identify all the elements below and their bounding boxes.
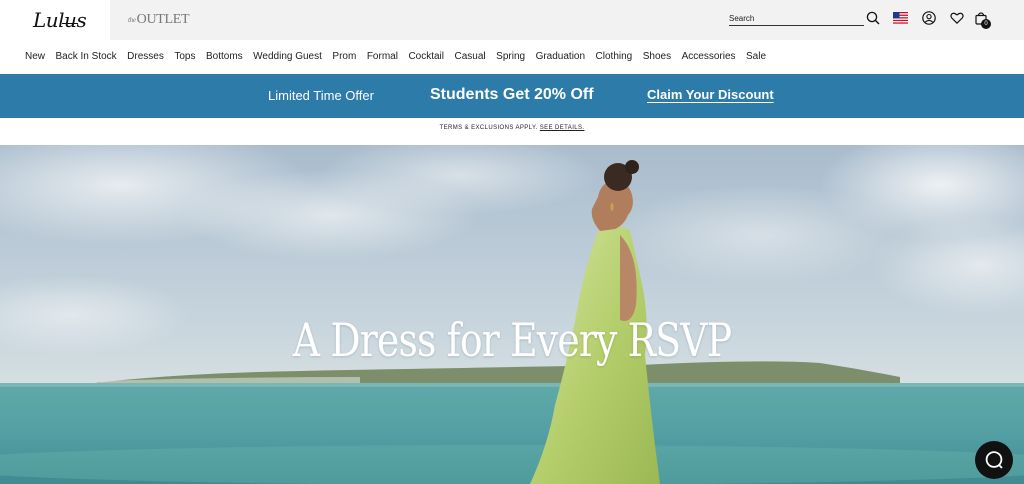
search-icon[interactable]	[866, 11, 880, 25]
nav-item-bottoms[interactable]: Bottoms	[206, 51, 243, 62]
hero-title: A Dress for Every RSVP	[292, 313, 732, 367]
outlet-logo[interactable]: theOUTLET	[128, 12, 190, 28]
nav-item-tops[interactable]: Tops	[174, 51, 195, 62]
nav-item-back-in-stock[interactable]: Back In Stock	[56, 51, 117, 62]
search-input[interactable]: Search	[729, 12, 864, 26]
lulus-logo[interactable]: Lulus	[33, 8, 87, 32]
nav-item-prom[interactable]: Prom	[332, 51, 356, 62]
hero-banner[interactable]: A Dress for Every RSVP	[0, 145, 1024, 484]
search-placeholder: Search	[729, 14, 755, 23]
terms-text: TERMS & EXCLUSIONS APPLY.	[439, 125, 538, 131]
nav-item-sale[interactable]: Sale	[746, 51, 766, 62]
account-icon[interactable]	[922, 11, 936, 25]
nav-item-accessories[interactable]: Accessories	[682, 51, 736, 62]
nav-item-new[interactable]: New	[25, 51, 45, 62]
logo-flourish	[62, 23, 78, 24]
us-flag-icon[interactable]	[893, 12, 908, 24]
chat-bubble-icon	[985, 451, 1003, 469]
outlet-logo-the: the	[128, 15, 136, 24]
nav-item-shoes[interactable]: Shoes	[643, 51, 671, 62]
logo-tab[interactable]: Lulus	[0, 0, 110, 40]
nav-item-spring[interactable]: Spring	[496, 51, 525, 62]
nav-item-formal[interactable]: Formal	[367, 51, 398, 62]
nav-item-cocktail[interactable]: Cocktail	[408, 51, 444, 62]
see-details-link[interactable]: SEE DETAILS.	[540, 125, 585, 131]
nav-item-graduation[interactable]: Graduation	[536, 51, 585, 62]
promo-banner: Limited Time Offer Students Get 20% Off …	[0, 74, 1024, 118]
outlet-logo-text: OUTLET	[136, 12, 190, 27]
nav-item-casual[interactable]: Casual	[455, 51, 486, 62]
promo-limited-time: Limited Time Offer	[268, 88, 374, 103]
nav-item-wedding-guest[interactable]: Wedding Guest	[253, 51, 322, 62]
claim-discount-link[interactable]: Claim Your Discount	[647, 87, 774, 102]
main-nav: New Back In Stock Dresses Tops Bottoms Weddin…	[0, 40, 1024, 74]
promo-headline: Students Get 20% Off	[430, 86, 594, 103]
nav-item-clothing[interactable]: Clothing	[596, 51, 633, 62]
top-bar: Lulus theOUTLET Search 0	[0, 0, 1024, 40]
nav-list: New Back In Stock Dresses Tops Bottoms Weddin…	[25, 51, 777, 62]
chat-button[interactable]	[975, 441, 1013, 479]
heart-icon[interactable]	[950, 11, 964, 25]
nav-item-dresses[interactable]: Dresses	[127, 51, 164, 62]
terms-bar: TERMS & EXCLUSIONS APPLY. SEE DETAILS.	[0, 118, 1024, 144]
bag-count-badge: 0	[981, 19, 991, 29]
